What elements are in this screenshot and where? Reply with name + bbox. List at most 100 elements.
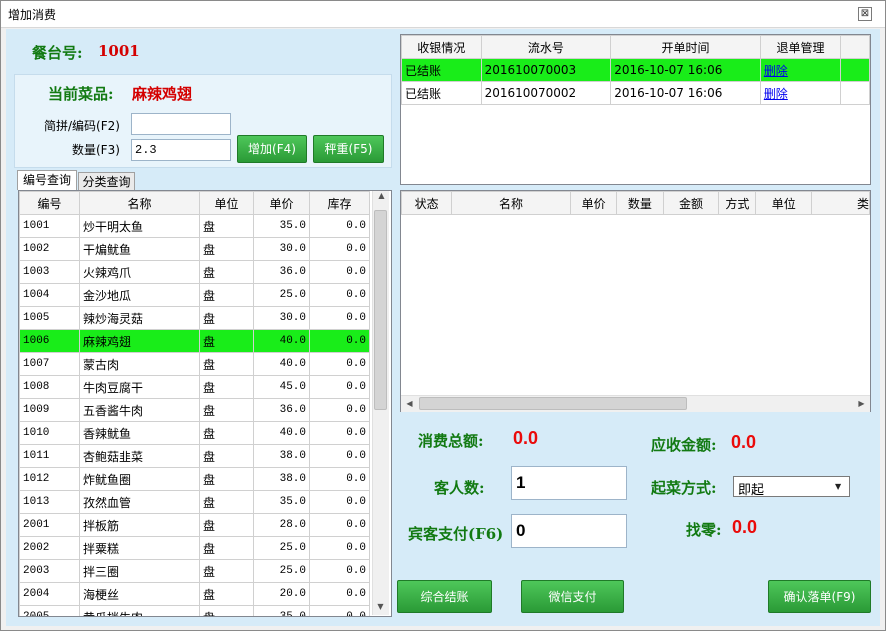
menu-rows: 1001 炒干明太鱼盘 35.0 0.0 1002 干煸鱿鱼盘 30.0 0.0 1003 火辣鸡…: [19, 214, 370, 616]
guest-payment-label: 宾客支付(F6): [408, 525, 504, 543]
bill-col-refund[interactable]: 退单管理: [759, 35, 842, 59]
confirm-order-button[interactable]: 确认落单(F9): [768, 580, 871, 613]
menu-row[interactable]: 1004 金沙地瓜盘 25.0 0.0: [19, 283, 370, 307]
menu-row[interactable]: 2004 海梗丝盘 20.0 0.0: [19, 582, 370, 606]
menu-cell-unit: 盘: [199, 237, 254, 261]
detail-col-status[interactable]: 状态: [401, 191, 453, 215]
menu-col-price[interactable]: 单价: [253, 191, 310, 215]
menu-cell-name: 炸鱿鱼圈: [79, 467, 200, 491]
scroll-right-icon[interactable]: ▶: [853, 399, 870, 408]
menu-scroll-thumb[interactable]: [374, 210, 387, 410]
menu-cell-unit: 盘: [199, 329, 254, 353]
menu-cell-unit: 盘: [199, 375, 254, 399]
guest-payment-input[interactable]: 0: [511, 514, 627, 548]
bill-cell-serial: 201610070003: [484, 63, 577, 77]
menu-cell-unit: 盘: [199, 582, 254, 606]
detail-col-name[interactable]: 名称: [451, 191, 571, 215]
receivable-label: 应收金额:: [651, 436, 717, 454]
checkout-button[interactable]: 综合结账: [397, 580, 492, 613]
quantity-input[interactable]: 2.3: [131, 139, 231, 161]
menu-cell-name: 蒙古肉: [79, 352, 200, 376]
wechat-pay-button[interactable]: 微信支付: [521, 580, 624, 613]
menu-cell-stock: 0.0: [309, 444, 370, 468]
menu-cell-stock: 0.0: [309, 467, 370, 491]
menu-cell-price: 28.0: [253, 513, 310, 537]
change-label: 找零:: [686, 521, 722, 539]
menu-cell-code: 2004: [19, 582, 80, 606]
menu-col-unit[interactable]: 单位: [199, 191, 254, 215]
menu-row[interactable]: 1005 辣炒海灵菇盘 30.0 0.0: [19, 306, 370, 330]
menu-cell-stock: 0.0: [309, 306, 370, 330]
detail-col-qty[interactable]: 数量: [616, 191, 664, 215]
guests-input[interactable]: 1: [511, 466, 627, 500]
bill-cell-time: 2016-10-07 16:06: [614, 86, 723, 100]
menu-col-name[interactable]: 名称: [79, 191, 200, 215]
code-input[interactable]: [131, 113, 231, 135]
scroll-up-icon[interactable]: ▲: [373, 191, 390, 200]
menu-cell-price: 35.0: [253, 490, 310, 514]
menu-row[interactable]: 1012 炸鱿鱼圈盘 38.0 0.0: [19, 467, 370, 491]
menu-cell-price: 30.0: [253, 306, 310, 330]
menu-row[interactable]: 1013 孜然血管盘 35.0 0.0: [19, 490, 370, 514]
menu-cell-unit: 盘: [199, 352, 254, 376]
bill-delete-link[interactable]: 删除: [764, 64, 788, 78]
menu-row[interactable]: 2003 拌三圈盘 25.0 0.0: [19, 559, 370, 583]
menu-cell-price: 25.0: [253, 536, 310, 560]
menu-cell-code: 2002: [19, 536, 80, 560]
detail-col-mode[interactable]: 方式: [718, 191, 757, 215]
close-icon[interactable]: ⊠: [858, 7, 872, 21]
menu-cell-unit: 盘: [199, 444, 254, 468]
detail-col-type[interactable]: 类: [811, 191, 870, 215]
bill-cell: 2016-10-07 16:06: [610, 81, 761, 105]
bill-row[interactable]: 已结账 201610070002 2016-10-07 16:06 删除: [401, 81, 870, 105]
menu-row[interactable]: 1002 干煸鱿鱼盘 30.0 0.0: [19, 237, 370, 261]
menu-row[interactable]: 2005黄瓜拌牛肉盘35.00.0: [19, 605, 370, 616]
menu-cell-stock: 0.0: [309, 513, 370, 537]
detail-col-unit[interactable]: 单位: [755, 191, 813, 215]
menu-cell-stock: 0.0: [309, 237, 370, 261]
menu-cell-name: 拌粟糕: [79, 536, 200, 560]
bill-col-status[interactable]: 收银情况: [401, 35, 482, 59]
menu-row[interactable]: 1001 炒干明太鱼盘 35.0 0.0: [19, 214, 370, 238]
menu-row[interactable]: 2002 拌粟糕盘 25.0 0.0: [19, 536, 370, 560]
menu-row[interactable]: 1010 香辣鱿鱼盘 40.0 0.0: [19, 421, 370, 445]
bill-row[interactable]: 已结账 201610070003 2016-10-07 16:06 删除: [401, 58, 870, 82]
bill-col-serial[interactable]: 流水号: [480, 35, 612, 59]
menu-row[interactable]: 2001 拌板筋盘 28.0 0.0: [19, 513, 370, 537]
menu-cell-code: 2003: [19, 559, 80, 583]
menu-row[interactable]: 1003 火辣鸡爪盘 36.0 0.0: [19, 260, 370, 284]
bill-col-time[interactable]: 开单时间: [610, 35, 761, 59]
menu-row[interactable]: 1007 蒙古肉盘 40.0 0.0: [19, 352, 370, 376]
menu-cell-name: 金沙地瓜: [79, 283, 200, 307]
menu-col-stock[interactable]: 库存: [309, 191, 370, 215]
detail-table: 状态 名称 单价 数量 金额 方式 单位 类: [401, 191, 870, 215]
detail-col-amount[interactable]: 金额: [662, 191, 720, 215]
serve-mode-label: 起菜方式:: [651, 479, 717, 497]
add-button[interactable]: 增加(F4): [237, 135, 307, 163]
menu-cell-name: 黄瓜拌牛肉: [79, 605, 200, 616]
bill-cell: 已结账: [401, 81, 482, 105]
bill-cell-time: 2016-10-07 16:06: [614, 63, 723, 77]
menu-cell-price: 40.0: [253, 329, 310, 353]
serve-mode-select[interactable]: 即起: [733, 476, 850, 498]
menu-row[interactable]: 1008 牛肉豆腐干盘 45.0 0.0: [19, 375, 370, 399]
current-dish-label: 当前菜品:: [48, 85, 114, 103]
bill-cell: 删除: [759, 81, 842, 105]
tab-category-search[interactable]: 分类查询: [78, 172, 135, 190]
detail-hscroll-thumb[interactable]: [419, 397, 687, 410]
menu-cell-stock: 0.0: [309, 214, 370, 238]
tab-code-search[interactable]: 编号查询: [17, 170, 77, 190]
scroll-left-icon[interactable]: ◀: [401, 399, 418, 408]
detail-col-price[interactable]: 单价: [569, 191, 618, 215]
menu-row[interactable]: 1006 麻辣鸡翅盘 40.0 0.0: [19, 329, 370, 353]
bill-delete-link[interactable]: 删除: [764, 87, 788, 101]
chevron-down-icon[interactable]: ▼: [835, 482, 841, 491]
menu-row[interactable]: 1011 杏鲍菇韭菜盘 38.0 0.0: [19, 444, 370, 468]
menu-cell-code: 2001: [19, 513, 80, 537]
menu-cell-name: 五香酱牛肉: [79, 398, 200, 422]
menu-col-code[interactable]: 编号: [19, 191, 80, 215]
weigh-button[interactable]: 秤重(F5): [313, 135, 384, 163]
menu-table: 编号 名称 单位 单价 库存 1001 炒干明太鱼盘 35.0 0.0 1002 干煸鱿鱼…: [19, 191, 370, 616]
menu-row[interactable]: 1009 五香酱牛肉盘 36.0 0.0: [19, 398, 370, 422]
scroll-down-icon[interactable]: ▼: [372, 602, 389, 611]
